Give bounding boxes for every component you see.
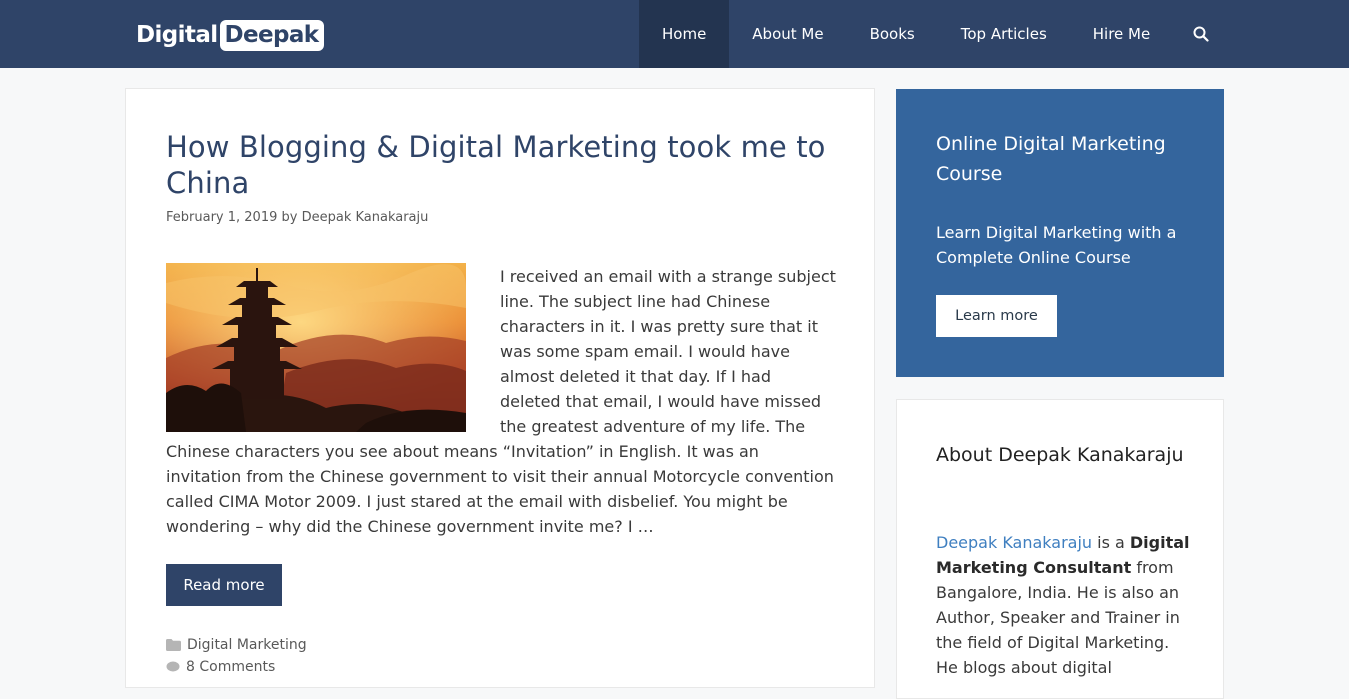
site-header: Digital Deepak Home About Me Books Top A… xyxy=(0,0,1349,68)
nav-hire-me[interactable]: Hire Me xyxy=(1070,0,1173,68)
comments-link[interactable]: 8 Comments xyxy=(186,659,275,675)
article-meta: February 1, 2019 by Deepak Kanakaraju xyxy=(166,210,428,225)
article-excerpt: I received an email with a strange subje… xyxy=(166,264,836,539)
article-date[interactable]: February 1, 2019 xyxy=(166,210,277,225)
image-spacer xyxy=(166,264,500,429)
article-card: How Blogging & Digital Marketing took me… xyxy=(125,88,875,688)
site-logo[interactable]: Digital Deepak xyxy=(136,19,324,51)
course-promo-widget: Online Digital Marketing Course Learn Di… xyxy=(896,89,1224,377)
category-link[interactable]: Digital Marketing xyxy=(187,637,307,653)
article-by: by xyxy=(281,210,298,225)
nav-books[interactable]: Books xyxy=(847,0,938,68)
about-title: About Deepak Kanakaraju xyxy=(936,444,1184,466)
read-more-button[interactable]: Read more xyxy=(166,564,282,606)
promo-text: Learn Digital Marketing with a Complete … xyxy=(936,223,1177,267)
article-author[interactable]: Deepak Kanakaraju xyxy=(302,210,429,225)
article-title[interactable]: How Blogging & Digital Marketing took me… xyxy=(166,129,846,201)
promo-title: Online Digital Marketing Course xyxy=(936,133,1166,185)
logo-text-deepak: Deepak xyxy=(219,19,324,51)
about-text-is-a: is a xyxy=(1092,533,1130,552)
about-author-link[interactable]: Deepak Kanakaraju xyxy=(936,533,1092,552)
category-line: Digital Marketing xyxy=(166,637,307,653)
learn-more-button[interactable]: Learn more xyxy=(936,295,1057,337)
search-icon xyxy=(1193,26,1209,42)
comments-line: 8 Comments xyxy=(166,659,275,675)
about-text: Deepak Kanakaraju is a Digital Marketing… xyxy=(936,530,1196,680)
nav-top-articles[interactable]: Top Articles xyxy=(938,0,1070,68)
search-button[interactable] xyxy=(1173,0,1229,68)
nav-home[interactable]: Home xyxy=(639,0,730,68)
nav-about-me[interactable]: About Me xyxy=(729,0,846,68)
folder-icon xyxy=(166,639,181,651)
about-widget: About Deepak Kanakaraju Deepak Kanakaraj… xyxy=(896,399,1224,699)
logo-text-digital: Digital xyxy=(136,22,218,48)
main-nav: Home About Me Books Top Articles Hire Me xyxy=(639,0,1229,68)
